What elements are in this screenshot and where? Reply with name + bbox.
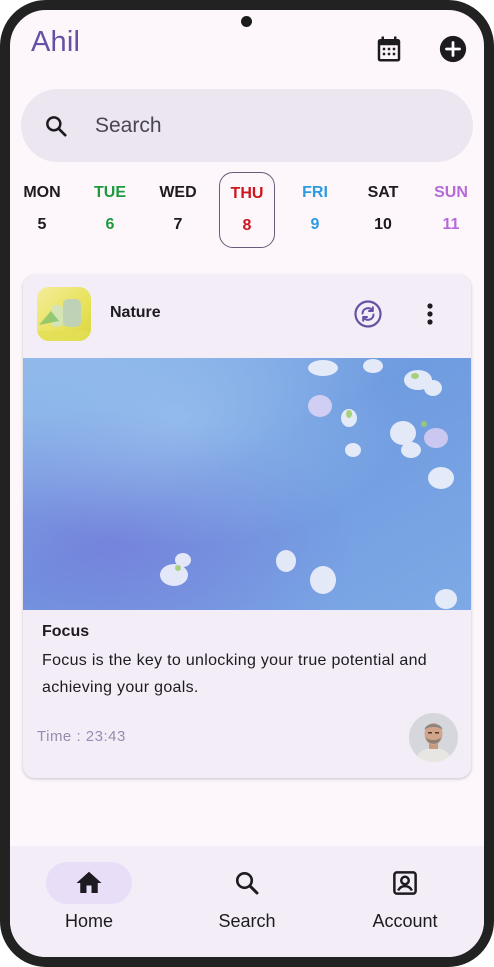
sync-button[interactable] — [353, 299, 383, 329]
nav-item-home[interactable]: Home — [10, 846, 168, 957]
search-icon — [46, 116, 67, 137]
week-strip: MON 5 TUE 6 WED 7 THU 8 FRI 9 SAT 10 SUN… — [10, 170, 484, 252]
post-heading: Focus — [42, 623, 90, 640]
account-box-icon — [393, 871, 417, 895]
day-name: MON — [23, 184, 61, 201]
day-thursday-selected[interactable]: THU 8 — [219, 172, 275, 248]
card-title: Nature — [110, 304, 161, 321]
day-monday[interactable]: MON 5 — [14, 170, 70, 246]
search-input[interactable] — [93, 109, 447, 143]
add-button[interactable] — [438, 34, 468, 64]
calendar-icon — [377, 36, 401, 62]
day-tuesday[interactable]: TUE 6 — [82, 170, 138, 246]
avatar[interactable] — [409, 713, 458, 762]
nav-label-account: Account — [372, 911, 438, 931]
time-value: 23:43 — [85, 728, 126, 745]
day-number: 5 — [37, 216, 47, 233]
day-number: 8 — [242, 217, 252, 234]
post-body: Focus is the key to unlocking your true … — [42, 652, 428, 696]
camera-dot — [241, 16, 252, 27]
day-number: 9 — [310, 216, 320, 233]
nav-label-home: Home — [64, 911, 113, 931]
day-number: 10 — [374, 216, 392, 233]
sync-icon — [354, 300, 382, 328]
more-vert-icon — [427, 303, 433, 325]
nature-thumbnail — [37, 287, 91, 341]
calendar-button[interactable] — [374, 34, 404, 64]
search-icon — [235, 871, 259, 895]
nav-label-search: Search — [218, 911, 276, 931]
phone-frame: Ahil MON 5 TUE 6 WED 7 — [0, 0, 494, 967]
nav-item-account[interactable]: Account — [326, 846, 484, 957]
day-name: FRI — [302, 184, 328, 201]
day-saturday[interactable]: SAT 10 — [355, 170, 411, 246]
nav-item-search[interactable]: Search — [168, 846, 326, 957]
day-number: 7 — [173, 216, 183, 233]
home-icon — [76, 871, 102, 893]
post-card[interactable]: Nature Focus Focus is the key to unlocki… — [23, 275, 471, 778]
day-number: 6 — [105, 216, 115, 233]
day-sunday[interactable]: SUN 11 — [423, 170, 479, 246]
day-friday[interactable]: FRI 9 — [287, 170, 343, 246]
day-name: TUE — [94, 184, 126, 201]
more-options-button[interactable] — [418, 299, 442, 329]
day-name: SUN — [434, 184, 468, 201]
day-name: WED — [159, 184, 197, 201]
search-bar[interactable] — [21, 89, 473, 162]
day-name: SAT — [367, 184, 399, 201]
add-circle-icon — [439, 35, 467, 63]
day-wednesday[interactable]: WED 7 — [150, 170, 206, 246]
time-label: Time : — [37, 728, 86, 745]
app-title: Ahil — [31, 26, 81, 58]
day-name: THU — [230, 185, 264, 202]
post-time: Time : 23:43 — [37, 728, 126, 745]
bottom-navigation: Home Search Account — [10, 846, 484, 957]
day-number: 11 — [442, 216, 460, 233]
card-image — [23, 358, 471, 610]
